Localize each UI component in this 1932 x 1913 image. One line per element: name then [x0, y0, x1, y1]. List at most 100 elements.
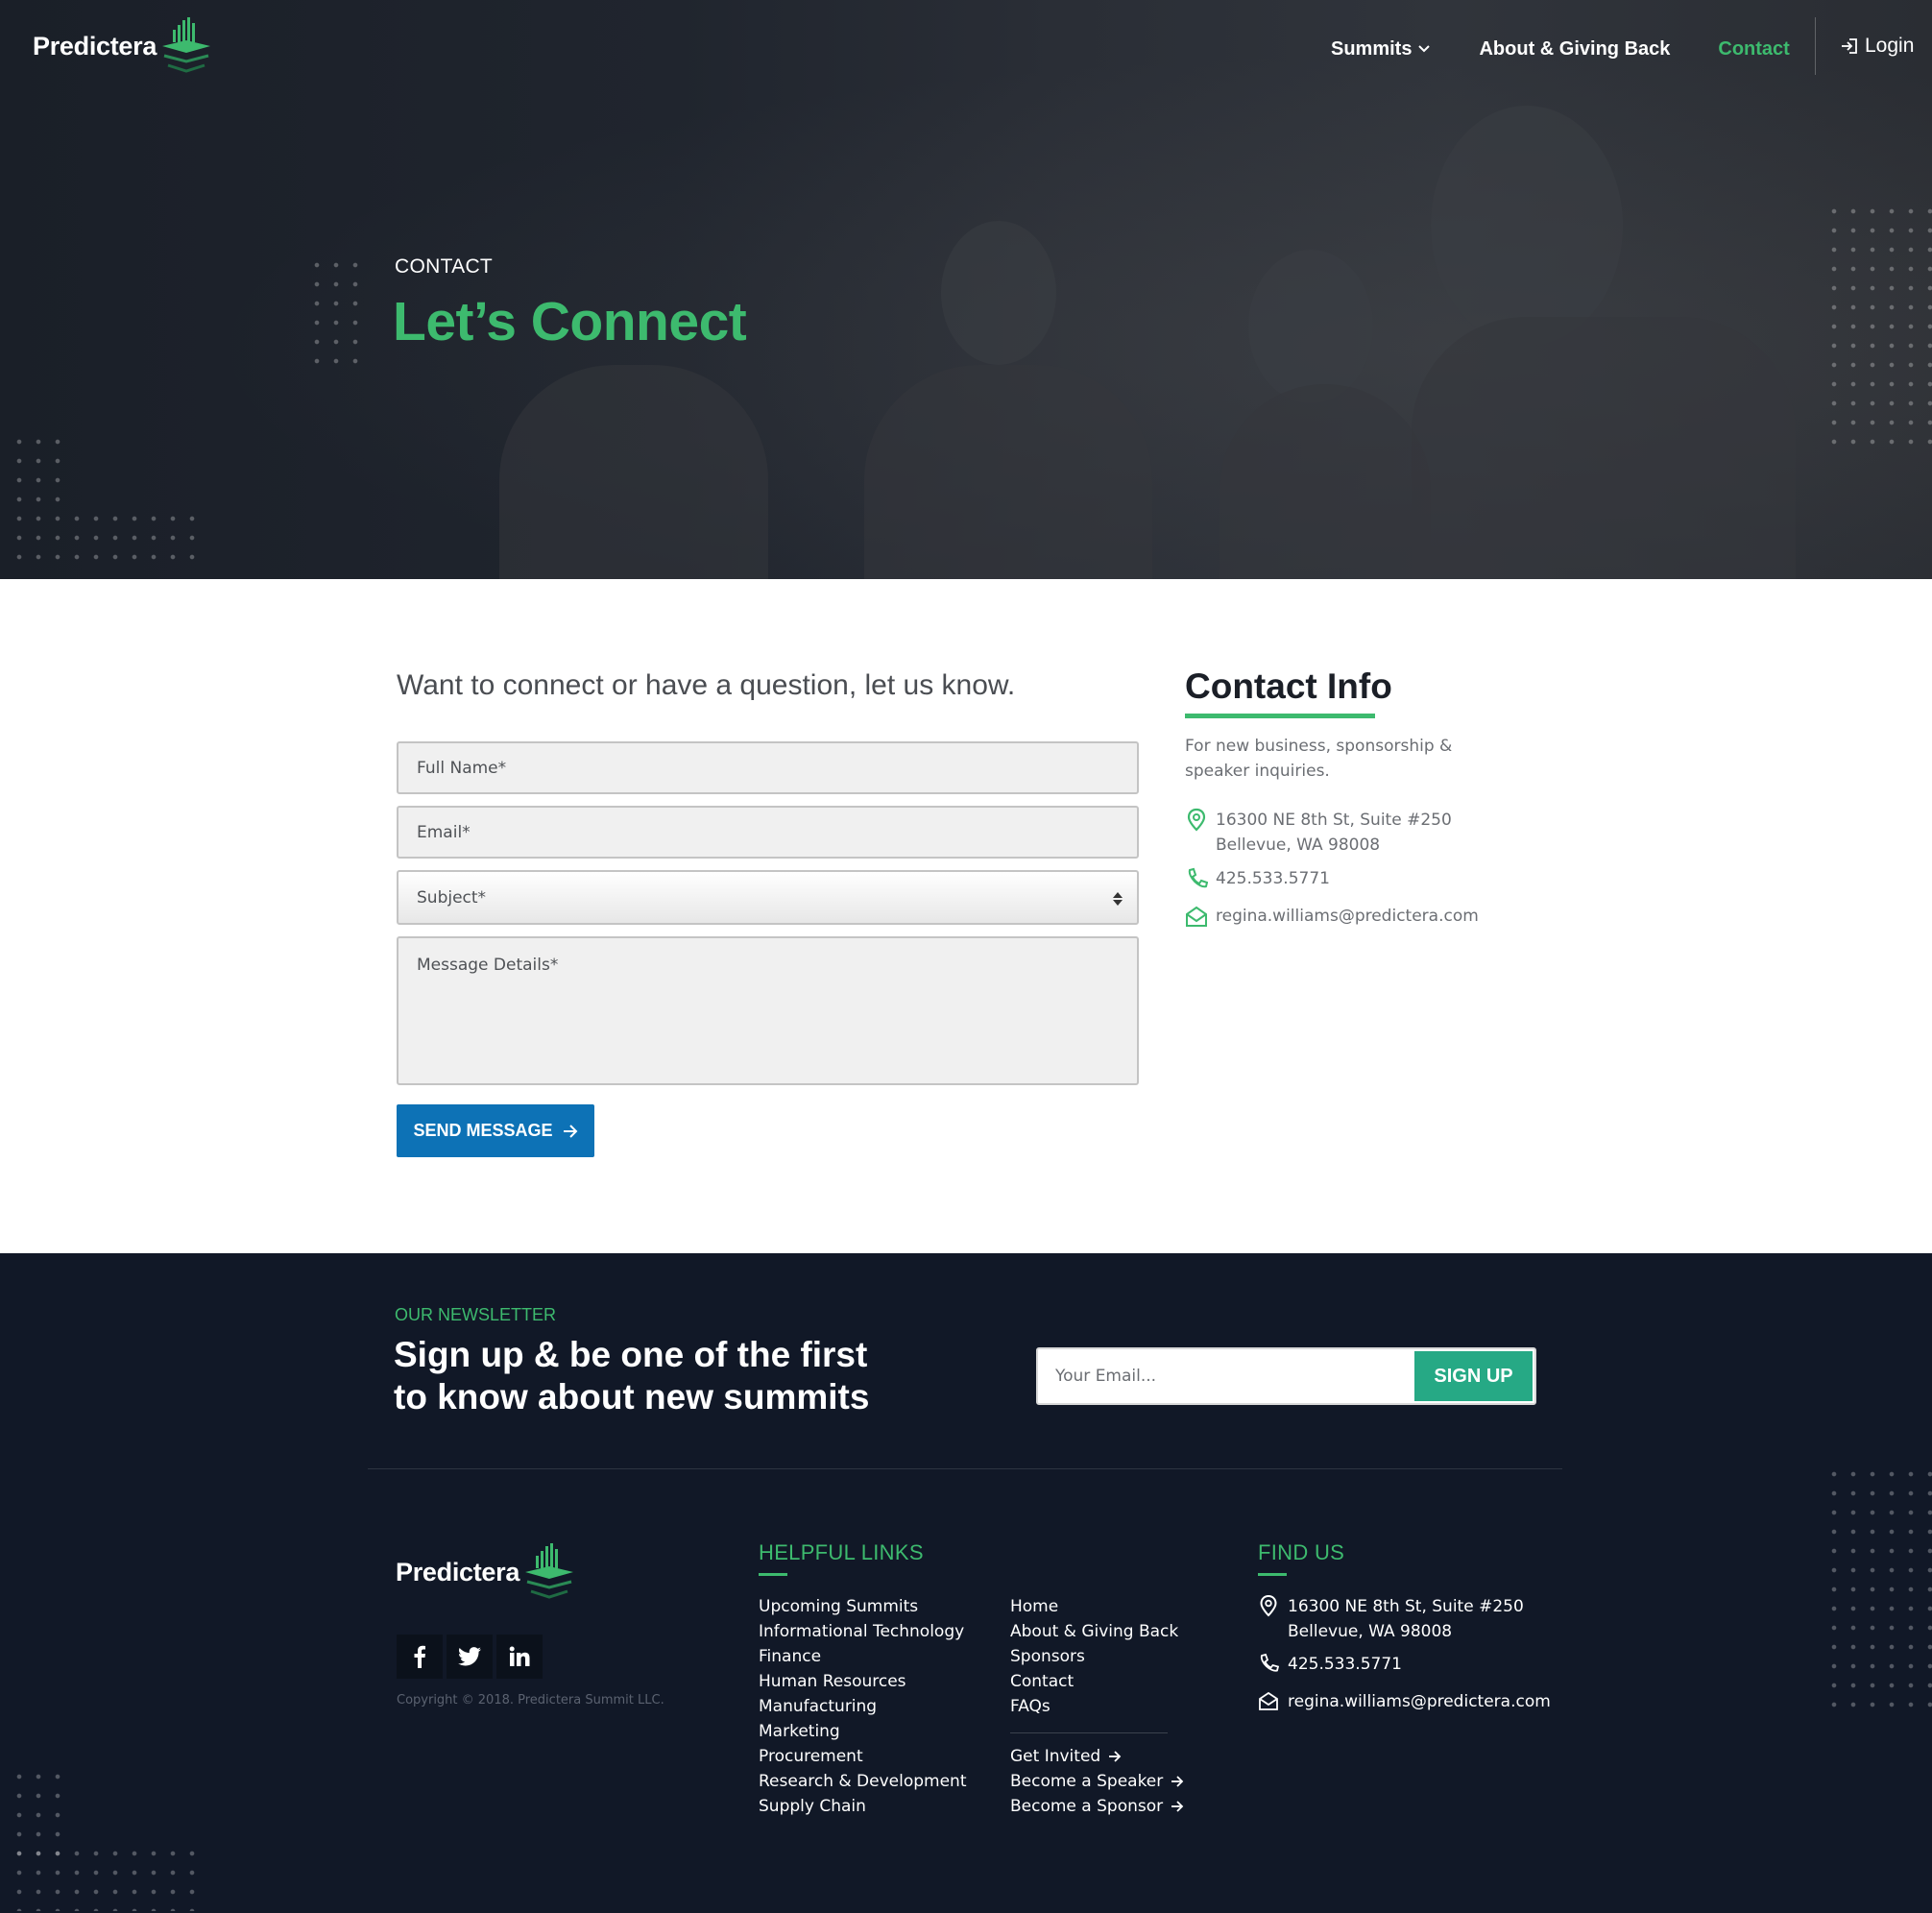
hero-photo-figure	[864, 365, 1152, 579]
summit-links-list: Upcoming Summits Informational Technolog…	[759, 1594, 966, 1819]
footer-link-marketing[interactable]: Marketing	[759, 1719, 966, 1744]
footer-link-human-resources[interactable]: Human Resources	[759, 1669, 966, 1694]
logo-text: Predictera	[33, 31, 157, 61]
footer-address-line1: 16300 NE 8th St, Suite #250	[1288, 1597, 1524, 1616]
map-pin-icon	[1260, 1594, 1277, 1617]
arrow-right-icon	[1109, 1751, 1122, 1762]
arrow-right-icon	[1171, 1776, 1184, 1787]
hero-photo-figure	[1412, 317, 1796, 579]
hero-photo-figure	[941, 221, 1056, 365]
footer-link-contact[interactable]: Contact	[1010, 1669, 1178, 1694]
full-name-field[interactable]: Full Name*	[397, 741, 1139, 794]
footer-link-faqs[interactable]: FAQs	[1010, 1694, 1178, 1719]
nav-summits[interactable]: Summits	[1331, 38, 1431, 61]
nav-about[interactable]: About & Giving Back	[1479, 38, 1670, 61]
footer-phone-number: 425.533.5771	[1288, 1655, 1402, 1674]
envelope-icon	[1259, 1691, 1278, 1710]
footer-link-informational-technology[interactable]: Informational Technology	[759, 1619, 966, 1644]
twitter-icon	[458, 1647, 481, 1666]
page-title: Let’s Connect	[393, 291, 747, 352]
footer-link-research-development[interactable]: Research & Development	[759, 1769, 966, 1794]
contact-info-address: 16300 NE 8th St, Suite #250 Bellevue, WA…	[1185, 808, 1452, 858]
social-links	[397, 1635, 546, 1679]
footer-link-finance[interactable]: Finance	[759, 1644, 966, 1669]
logo-mark-icon	[523, 1543, 575, 1601]
header-logo[interactable]: Predictera	[33, 17, 212, 75]
hero-photo-figure	[499, 365, 768, 579]
copyright-text: Copyright © 2018. Predictera Summit LLC.	[397, 1693, 664, 1707]
footer-address: 16300 NE 8th St, Suite #250 Bellevue, WA…	[1258, 1594, 1524, 1644]
decorative-dots	[10, 1844, 202, 1911]
cta-links-list: Get Invited Become a Speaker Become a Sp…	[1010, 1744, 1184, 1819]
find-us-title: FIND US	[1258, 1540, 1345, 1564]
site-footer: OUR NEWSLETTER Sign up & be one of the f…	[0, 1253, 1932, 1913]
message-placeholder: Message Details*	[417, 956, 559, 975]
phone-icon	[1260, 1653, 1279, 1672]
arrow-right-icon	[563, 1124, 577, 1138]
phone-icon	[1188, 867, 1208, 888]
linkedin-button[interactable]	[496, 1635, 543, 1679]
newsletter-signup-button[interactable]: SIGN UP	[1414, 1351, 1533, 1401]
helpful-links-title: HELPFUL LINKS	[759, 1540, 924, 1564]
subject-select[interactable]: Subject*	[397, 870, 1139, 925]
footer-link-upcoming-summits[interactable]: Upcoming Summits	[759, 1594, 966, 1619]
footer-link-become-speaker[interactable]: Become a Speaker	[1010, 1769, 1184, 1794]
full-name-placeholder: Full Name*	[417, 758, 507, 778]
decorative-dots	[10, 432, 67, 509]
email-placeholder: Email*	[417, 822, 471, 842]
newsletter-eyebrow: OUR NEWSLETTER	[395, 1305, 557, 1324]
links-separator	[1010, 1732, 1168, 1733]
contact-info-email[interactable]: regina.williams@predictera.com	[1185, 904, 1479, 929]
get-invited-label: Get Invited	[1010, 1747, 1101, 1766]
contact-info-description: For new business, sponsorship & speaker …	[1185, 737, 1453, 781]
footer-link-home[interactable]: Home	[1010, 1594, 1178, 1619]
become-sponsor-label: Become a Sponsor	[1010, 1797, 1164, 1816]
decorative-dots	[307, 255, 365, 371]
send-message-button[interactable]: SEND MESSAGE	[397, 1104, 594, 1157]
logo-mark-icon	[160, 17, 212, 75]
hero-banner: Predictera Summits About & Giving Back C…	[0, 0, 1932, 579]
contact-address-line2: Bellevue, WA 98008	[1216, 835, 1381, 855]
footer-link-supply-chain[interactable]: Supply Chain	[759, 1794, 966, 1819]
footer-logo[interactable]: Predictera	[396, 1543, 575, 1601]
footer-link-about[interactable]: About & Giving Back	[1010, 1619, 1178, 1644]
email-field[interactable]: Email*	[397, 806, 1139, 859]
contact-email: regina.williams@predictera.com	[1216, 907, 1479, 926]
hero-eyebrow: CONTACT	[395, 255, 494, 278]
newsletter-form: Your Email... SIGN UP	[1036, 1347, 1536, 1405]
decorative-dots	[1824, 1465, 1932, 1714]
nav-contact[interactable]: Contact	[1718, 38, 1789, 61]
hero-photo-figure	[1248, 250, 1373, 403]
twitter-button[interactable]	[447, 1635, 493, 1679]
helpful-links-underline	[759, 1573, 787, 1576]
facebook-icon	[414, 1645, 425, 1668]
footer-phone[interactable]: 425.533.5771	[1258, 1652, 1402, 1677]
contact-info-phone[interactable]: 425.533.5771	[1185, 866, 1330, 891]
nav-summits-label: Summits	[1331, 37, 1413, 60]
footer-link-sponsors[interactable]: Sponsors	[1010, 1644, 1178, 1669]
footer-email-address: regina.williams@predictera.com	[1288, 1692, 1551, 1711]
footer-link-procurement[interactable]: Procurement	[759, 1744, 966, 1769]
hero-photo-figure	[1431, 106, 1623, 346]
linkedin-icon	[509, 1646, 530, 1666]
decorative-dots	[1824, 202, 1932, 451]
select-arrows-icon	[1113, 892, 1123, 906]
nav-divider	[1815, 17, 1816, 75]
login-icon	[1842, 38, 1857, 54]
newsletter-email-input[interactable]: Your Email...	[1055, 1367, 1156, 1386]
arrow-right-icon	[1171, 1801, 1184, 1812]
message-textarea[interactable]: Message Details*	[397, 936, 1139, 1085]
facebook-button[interactable]	[397, 1635, 443, 1679]
main-nav: Summits About & Giving Back Contact	[1331, 35, 1838, 63]
footer-link-manufacturing[interactable]: Manufacturing	[759, 1694, 966, 1719]
map-pin-icon	[1187, 808, 1206, 832]
footer-address-line2: Bellevue, WA 98008	[1288, 1622, 1453, 1641]
footer-divider	[368, 1468, 1562, 1469]
login-link[interactable]: Login	[1840, 35, 1914, 58]
form-intro: Want to connect or have a question, let …	[397, 669, 1016, 701]
login-label: Login	[1865, 35, 1915, 57]
envelope-icon	[1186, 906, 1207, 927]
footer-link-get-invited[interactable]: Get Invited	[1010, 1744, 1184, 1769]
footer-email[interactable]: regina.williams@predictera.com	[1258, 1689, 1551, 1714]
footer-link-become-sponsor[interactable]: Become a Sponsor	[1010, 1794, 1184, 1819]
